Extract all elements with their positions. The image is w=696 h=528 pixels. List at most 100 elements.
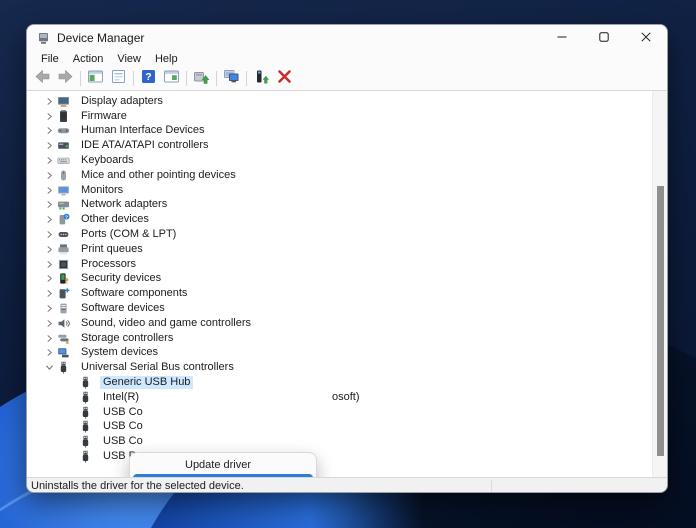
- tree-item-usb-co[interactable]: USB Co: [27, 405, 651, 420]
- properties-icon: [110, 68, 127, 90]
- tree-item-monitors[interactable]: Monitors: [27, 183, 651, 198]
- ide-ata-icon: [57, 139, 72, 152]
- tree-item-mice-and-other-pointing-devices[interactable]: Mice and other pointing devices: [27, 168, 651, 183]
- monitors-icon: [57, 184, 72, 197]
- chevron-right-icon[interactable]: [41, 348, 57, 358]
- tree-item-label: Generic USB Hub: [100, 376, 194, 390]
- tree-item-software-components[interactable]: Software components: [27, 286, 651, 301]
- chevron-right-icon[interactable]: [41, 96, 57, 106]
- tree-item-label: Mice and other pointing devices: [81, 168, 236, 181]
- tree-item-label: Keyboards: [81, 154, 134, 167]
- chevron-right-icon[interactable]: [41, 126, 57, 136]
- tree-item-ide-ata-atapi-controllers[interactable]: IDE ATA/ATAPI controllers: [27, 138, 651, 153]
- tree-item-label: Intel(R): [103, 390, 140, 403]
- tree-item-human-interface-devices[interactable]: Human Interface Devices: [27, 124, 651, 139]
- uninstall-device-button[interactable]: [273, 69, 296, 89]
- chevron-right-icon[interactable]: [41, 259, 57, 269]
- tree-item-other-devices[interactable]: ? Other devices: [27, 212, 651, 227]
- chevron-right-icon[interactable]: [41, 230, 57, 240]
- title-bar[interactable]: Device Manager: [27, 25, 667, 51]
- tree-item-keyboards[interactable]: Keyboards: [27, 153, 651, 168]
- chevron-right-icon[interactable]: [41, 111, 57, 121]
- chevron-right-icon[interactable]: [41, 170, 57, 180]
- show-hide-action-pane-icon: [163, 68, 180, 90]
- toolbar-separator: [133, 71, 134, 86]
- update-driver-button[interactable]: [190, 69, 213, 89]
- vertical-scrollbar[interactable]: [652, 91, 667, 477]
- tree-item-system-devices[interactable]: System devices: [27, 346, 651, 361]
- context-menu-item-update-driver[interactable]: Update driver: [130, 457, 316, 474]
- help-icon: ?: [140, 68, 157, 90]
- enable-device-button[interactable]: [250, 69, 273, 89]
- chevron-right-icon[interactable]: [41, 274, 57, 284]
- show-hide-action-pane-button[interactable]: [160, 69, 183, 89]
- toolbar-separator: [186, 71, 187, 86]
- properties-button[interactable]: [107, 69, 130, 89]
- menu-help[interactable]: Help: [148, 52, 185, 66]
- minimize-icon: [557, 29, 567, 47]
- storage-controllers-icon: [57, 332, 72, 345]
- chevron-down-icon[interactable]: [41, 363, 57, 373]
- tree-item-display-adapters[interactable]: Display adapters: [27, 94, 651, 109]
- tree-item-firmware[interactable]: Firmware: [27, 109, 651, 124]
- menu-action[interactable]: Action: [66, 52, 111, 66]
- chevron-right-icon[interactable]: [41, 289, 57, 299]
- show-hide-console-tree-button[interactable]: [84, 69, 107, 89]
- chevron-right-icon[interactable]: [41, 304, 57, 314]
- tree-item-network-adapters[interactable]: Network adapters: [27, 198, 651, 213]
- ports-icon: [57, 228, 72, 241]
- mice-icon: [57, 169, 72, 182]
- tree-item-universal-serial-bus-controllers[interactable]: Universal Serial Bus controllers: [27, 360, 651, 375]
- chevron-right-icon[interactable]: [41, 215, 57, 225]
- chevron-right-icon[interactable]: [41, 244, 57, 254]
- menu-file[interactable]: File: [34, 52, 66, 66]
- desktop-wallpaper: Device Manager File Action View Help ? Disp…: [0, 0, 696, 528]
- update-driver-icon: [193, 68, 210, 90]
- tree-item-ports-com-lpt[interactable]: Ports (COM & LPT): [27, 227, 651, 242]
- tree-item-generic-usb-hub[interactable]: Generic USB Hub: [27, 375, 651, 390]
- scan-hardware-changes-button[interactable]: [220, 69, 243, 89]
- tree-item-usb-ro[interactable]: USB Ro: [27, 449, 651, 464]
- other-devices-icon: ?: [57, 213, 72, 226]
- tree-item-label: Universal Serial Bus controllers: [81, 361, 234, 374]
- window-title: Device Manager: [57, 31, 145, 45]
- tree-item-software-devices[interactable]: Software devices: [27, 301, 651, 316]
- minimize-button[interactable]: [541, 25, 583, 51]
- tree-item-processors[interactable]: Processors: [27, 257, 651, 272]
- occluded-label-fragment: osoft): [332, 391, 360, 403]
- close-button[interactable]: [625, 25, 667, 51]
- maximize-button[interactable]: [583, 25, 625, 51]
- tree-item-label: Other devices: [81, 213, 149, 226]
- chevron-right-icon[interactable]: [41, 141, 57, 151]
- toolbar-separator: [80, 71, 81, 86]
- tree-item-usb-co[interactable]: USB Co: [27, 434, 651, 449]
- keyboards-icon: [57, 154, 72, 167]
- usb-icon: [79, 435, 94, 448]
- menu-view[interactable]: View: [110, 52, 148, 66]
- scrollbar-thumb[interactable]: [657, 186, 664, 456]
- tree-item-print-queues[interactable]: Print queues: [27, 242, 651, 257]
- tree-item-usb-co[interactable]: USB Co: [27, 420, 651, 435]
- chevron-right-icon[interactable]: [41, 318, 57, 328]
- tree-item-sound-video-and-game-controllers[interactable]: Sound, video and game controllers: [27, 316, 651, 331]
- context-menu-item-uninstall-device[interactable]: Uninstall device: [133, 474, 313, 477]
- tree-item-storage-controllers[interactable]: Storage controllers: [27, 331, 651, 346]
- usb-icon: [57, 361, 72, 374]
- chevron-right-icon[interactable]: [41, 156, 57, 166]
- forward-button[interactable]: [54, 69, 77, 89]
- svg-text:?: ?: [65, 215, 68, 221]
- tree-item-label: Display adapters: [81, 94, 163, 107]
- tree-item-label: Print queues: [81, 242, 143, 255]
- tree-item-security-devices[interactable]: Security devices: [27, 272, 651, 287]
- show-hide-console-tree-icon: [87, 68, 104, 90]
- forward-icon: [57, 68, 74, 90]
- usb-icon: [79, 376, 94, 389]
- tree-item-label: Firmware: [81, 109, 127, 122]
- status-text: Uninstalls the driver for the selected d…: [31, 480, 244, 492]
- help-button[interactable]: ?: [137, 69, 160, 89]
- chevron-right-icon[interactable]: [41, 185, 57, 195]
- chevron-right-icon[interactable]: [41, 200, 57, 210]
- status-bar-divider: [491, 480, 492, 492]
- back-button[interactable]: [31, 69, 54, 89]
- chevron-right-icon[interactable]: [41, 333, 57, 343]
